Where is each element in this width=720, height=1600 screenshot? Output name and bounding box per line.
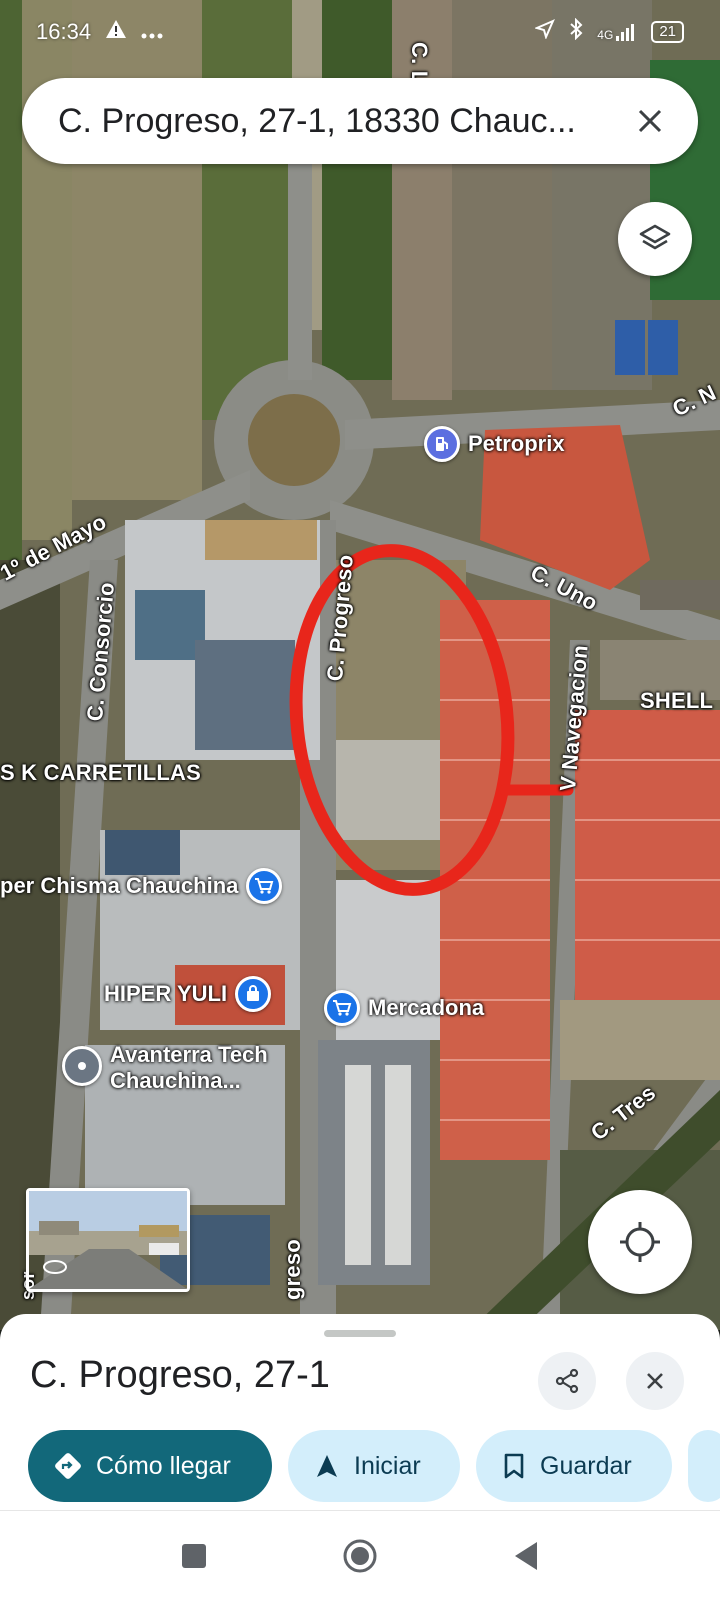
start-button[interactable]: Iniciar	[288, 1430, 460, 1502]
poi-name-avanterra-line2: Chauchina...	[110, 1068, 241, 1093]
street-view-image	[29, 1191, 187, 1289]
poi-name-mercadona: Mercadona	[368, 995, 485, 1020]
status-bar: 16:34 4G 21	[0, 0, 720, 64]
share-icon	[555, 1368, 579, 1394]
back-button[interactable]	[498, 1528, 554, 1584]
warning-icon	[105, 19, 127, 45]
action-chips: Cómo llegar Iniciar Guardar	[28, 1430, 720, 1502]
poi-name-hiper-yuli: HIPER YULI	[104, 981, 228, 1006]
clear-search-button[interactable]	[624, 95, 676, 147]
directions-icon	[55, 1453, 81, 1479]
poi-petroprix[interactable]: Petroprix	[424, 426, 565, 462]
directions-button[interactable]: Cómo llegar	[28, 1430, 272, 1502]
signal-icon: 4G	[597, 22, 637, 42]
poi-name-chisma: per Chisma Chauchina	[0, 873, 239, 898]
start-label: Iniciar	[354, 1451, 421, 1480]
poi-hiper-yuli[interactable]: HIPER YULI	[104, 976, 272, 1012]
bluetooth-icon	[569, 17, 583, 46]
more-actions-chip[interactable]	[688, 1430, 720, 1502]
layers-icon	[639, 224, 671, 250]
home-button[interactable]	[332, 1528, 388, 1584]
search-query[interactable]: C. Progreso, 27-1, 18330 Chauc...	[58, 102, 624, 141]
poi-avanterra[interactable]: Avanterra Tech Chauchina...	[62, 1042, 268, 1094]
recents-button[interactable]	[166, 1528, 222, 1584]
poi-chisma[interactable]: per Chisma Chauchina	[0, 868, 283, 904]
save-label: Guardar	[540, 1451, 632, 1480]
close-icon	[638, 109, 662, 133]
network-type: 4G	[597, 28, 614, 42]
sheet-drag-handle[interactable]	[324, 1330, 396, 1337]
directions-label: Cómo llegar	[96, 1451, 231, 1480]
layers-button[interactable]	[618, 202, 692, 276]
fuel-icon	[424, 426, 460, 462]
satellite-map[interactable]: C. L C. N 1º de Mayo C. Consorcio C. Pro…	[0, 0, 720, 1330]
place-label-shell: SHELL	[640, 688, 714, 713]
shopping-bag-icon	[235, 976, 272, 1012]
system-navigation-bar	[0, 1510, 720, 1600]
status-time: 16:34	[36, 19, 92, 44]
poi-name-avanterra-line1: Avanterra Tech	[110, 1042, 268, 1067]
save-button[interactable]: Guardar	[476, 1430, 672, 1502]
place-sheet[interactable]: C. Progreso, 27-1 Cómo llegar Iniciar Gu…	[0, 1314, 720, 1510]
battery-indicator: 21	[651, 21, 684, 43]
back-nav-icon	[515, 1541, 537, 1570]
place-title: C. Progreso, 27-1	[30, 1354, 330, 1396]
my-location-button[interactable]	[588, 1190, 692, 1294]
crosshair-icon	[620, 1222, 660, 1262]
place-label-carretillas: S K CARRETILLAS	[0, 760, 201, 785]
location-arrow-icon	[534, 19, 556, 45]
street-label-c-progreso-lower: greso	[280, 1239, 305, 1300]
navigation-icon	[317, 1455, 337, 1477]
close-icon	[647, 1373, 663, 1389]
poi-mercadona[interactable]: Mercadona	[324, 990, 484, 1026]
poi-name-petroprix: Petroprix	[468, 431, 565, 456]
cart-icon	[324, 990, 360, 1026]
close-sheet-button[interactable]	[626, 1352, 684, 1410]
maps-app: C. L C. N 1º de Mayo C. Consorcio C. Pro…	[0, 0, 720, 1600]
cart-icon	[246, 868, 283, 904]
pin-icon	[62, 1046, 102, 1086]
bookmark-icon	[504, 1453, 524, 1479]
more-icon	[141, 19, 163, 45]
home-nav-icon	[343, 1539, 377, 1572]
square-nav-icon	[182, 1543, 206, 1568]
share-button[interactable]	[538, 1352, 596, 1410]
search-bar[interactable]: C. Progreso, 27-1, 18330 Chauc...	[22, 78, 698, 164]
street-view-thumbnail[interactable]	[26, 1188, 190, 1292]
